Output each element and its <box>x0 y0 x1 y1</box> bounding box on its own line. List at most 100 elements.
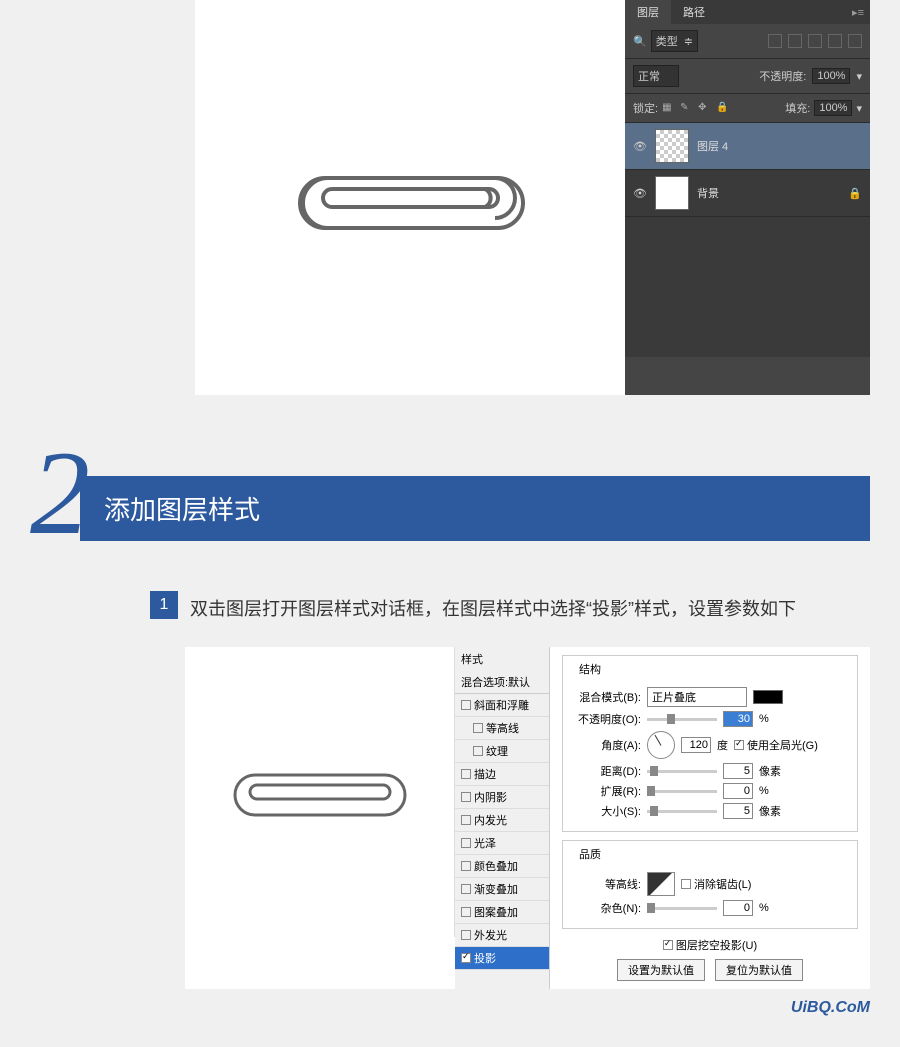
spread-label: 扩展(R): <box>571 783 641 799</box>
checkbox[interactable] <box>461 838 471 848</box>
style-list-header: 样式 <box>455 647 549 671</box>
size-unit: 像素 <box>759 803 781 819</box>
filter-type-dropdown[interactable]: 类型 ≑ <box>651 30 698 52</box>
checkbox[interactable] <box>461 953 471 963</box>
style-satin[interactable]: 光泽 <box>455 832 549 855</box>
opacity-label: 不透明度(O): <box>571 711 641 727</box>
fill-label: 填充: <box>785 100 810 116</box>
style-inner-shadow[interactable]: 内阴影 <box>455 786 549 809</box>
lock-all-icon[interactable]: 🔒 <box>716 102 728 114</box>
style-color-overlay[interactable]: 颜色叠加 <box>455 855 549 878</box>
opacity-unit: % <box>759 713 769 725</box>
size-slider[interactable] <box>647 810 717 813</box>
lock-move-icon[interactable]: ✥ <box>698 102 710 114</box>
filter-icon-5[interactable] <box>848 34 862 48</box>
antialias-label: 消除锯齿(L) <box>694 876 751 892</box>
visibility-icon[interactable]: 👁 <box>633 140 647 153</box>
opacity-label: 不透明度: <box>759 68 806 84</box>
style-stroke[interactable]: 描边 <box>455 763 549 786</box>
distance-unit: 像素 <box>759 763 781 779</box>
knockout-label: 图层挖空投影(U) <box>676 937 757 953</box>
style-inner-glow[interactable]: 内发光 <box>455 809 549 832</box>
quality-title: 品质 <box>575 846 605 862</box>
paperclip-shape <box>295 163 525 233</box>
lock-paint-icon[interactable]: ✎ <box>680 102 692 114</box>
style-outer-glow[interactable]: 外发光 <box>455 924 549 947</box>
substep-text: 双击图层打开图层样式对话框，在图层样式中选择“投影”样式，设置参数如下 <box>190 591 796 627</box>
size-label: 大小(S): <box>571 803 641 819</box>
filter-icon-3[interactable] <box>808 34 822 48</box>
checkbox[interactable] <box>461 907 471 917</box>
global-light-checkbox[interactable] <box>734 740 744 750</box>
filter-icon-4[interactable] <box>828 34 842 48</box>
noise-slider[interactable] <box>647 907 717 910</box>
spread-slider[interactable] <box>647 790 717 793</box>
shadow-color-swatch[interactable] <box>753 690 783 704</box>
substep-number: 1 <box>150 591 178 619</box>
style-bevel[interactable]: 斜面和浮雕 <box>455 694 549 717</box>
layer-name: 图层 4 <box>697 138 728 154</box>
contour-picker[interactable] <box>647 872 675 896</box>
tab-layers[interactable]: 图层 <box>625 0 671 24</box>
set-default-button[interactable]: 设置为默认值 <box>617 959 705 981</box>
noise-label: 杂色(N): <box>571 900 641 916</box>
distance-input[interactable]: 5 <box>723 763 753 779</box>
structure-title: 结构 <box>575 661 605 677</box>
layer-thumbnail[interactable] <box>655 176 689 210</box>
checkbox[interactable] <box>461 930 471 940</box>
fill-value[interactable]: 100% <box>814 100 852 116</box>
checkbox[interactable] <box>461 700 471 710</box>
opacity-value[interactable]: 100% <box>812 68 850 84</box>
style-contour-sub[interactable]: 等高线 <box>455 717 549 740</box>
distance-label: 距离(D): <box>571 763 641 779</box>
checkbox[interactable] <box>461 792 471 802</box>
angle-label: 角度(A): <box>571 737 641 753</box>
spread-input[interactable]: 0 <box>723 783 753 799</box>
watermark: UiBQ.CoM <box>0 989 900 1027</box>
tab-paths[interactable]: 路径 <box>671 0 717 24</box>
checkbox[interactable] <box>461 769 471 779</box>
style-texture[interactable]: 纹理 <box>455 740 549 763</box>
opacity-slider[interactable] <box>647 718 717 721</box>
visibility-icon[interactable]: 👁 <box>633 187 647 200</box>
lock-transparent-icon[interactable]: ▦ <box>662 102 674 114</box>
checkbox[interactable] <box>461 884 471 894</box>
layer-name: 背景 <box>697 185 719 201</box>
style-list: 样式 混合选项:默认 斜面和浮雕 等高线 纹理 描边 内阴影 内发光 光泽 颜色… <box>455 647 550 989</box>
spread-unit: % <box>759 785 769 797</box>
angle-dial[interactable] <box>647 731 675 759</box>
checkbox[interactable] <box>461 815 471 825</box>
distance-slider[interactable] <box>647 770 717 773</box>
chevron-down-icon[interactable]: ▾ <box>856 102 862 115</box>
contour-label: 等高线: <box>571 876 641 892</box>
checkbox[interactable] <box>473 746 483 756</box>
size-input[interactable]: 5 <box>723 803 753 819</box>
blend-mode-dropdown[interactable]: 正片叠底 <box>647 687 747 707</box>
chevron-down-icon[interactable]: ▾ <box>856 70 862 83</box>
blending-options[interactable]: 混合选项:默认 <box>455 671 549 694</box>
layer-item-1[interactable]: 👁 图层 4 <box>625 123 870 170</box>
layer-item-2[interactable]: 👁 背景 🔒 <box>625 170 870 217</box>
knockout-checkbox[interactable] <box>663 940 673 950</box>
blend-mode-label: 混合模式(B): <box>571 689 641 705</box>
checkbox[interactable] <box>473 723 483 733</box>
antialias-checkbox[interactable] <box>681 879 691 889</box>
style-settings: 结构 混合模式(B): 正片叠底 不透明度(O): 30 % 角度(A): 12… <box>550 647 870 989</box>
style-pattern-overlay[interactable]: 图案叠加 <box>455 901 549 924</box>
opacity-input[interactable]: 30 <box>723 711 753 727</box>
style-drop-shadow[interactable]: 投影 <box>455 947 549 970</box>
filter-icon-2[interactable] <box>788 34 802 48</box>
angle-input[interactable]: 120 <box>681 737 711 753</box>
noise-input[interactable]: 0 <box>723 900 753 916</box>
blend-mode-dropdown[interactable]: 正常 <box>633 65 679 87</box>
layer-thumbnail[interactable] <box>655 129 689 163</box>
layers-panel: 图层 路径 ▸≡ 🔍 类型 ≑ 正常 不透明度: 100% ▾ <box>625 0 870 395</box>
reset-default-button[interactable]: 复位为默认值 <box>715 959 803 981</box>
preview-canvas <box>185 647 455 937</box>
step-title: 添加图层样式 <box>80 476 870 541</box>
panel-menu-icon[interactable]: ▸≡ <box>846 6 870 19</box>
search-icon: 🔍 <box>633 35 647 48</box>
filter-icon-1[interactable] <box>768 34 782 48</box>
checkbox[interactable] <box>461 861 471 871</box>
style-gradient-overlay[interactable]: 渐变叠加 <box>455 878 549 901</box>
